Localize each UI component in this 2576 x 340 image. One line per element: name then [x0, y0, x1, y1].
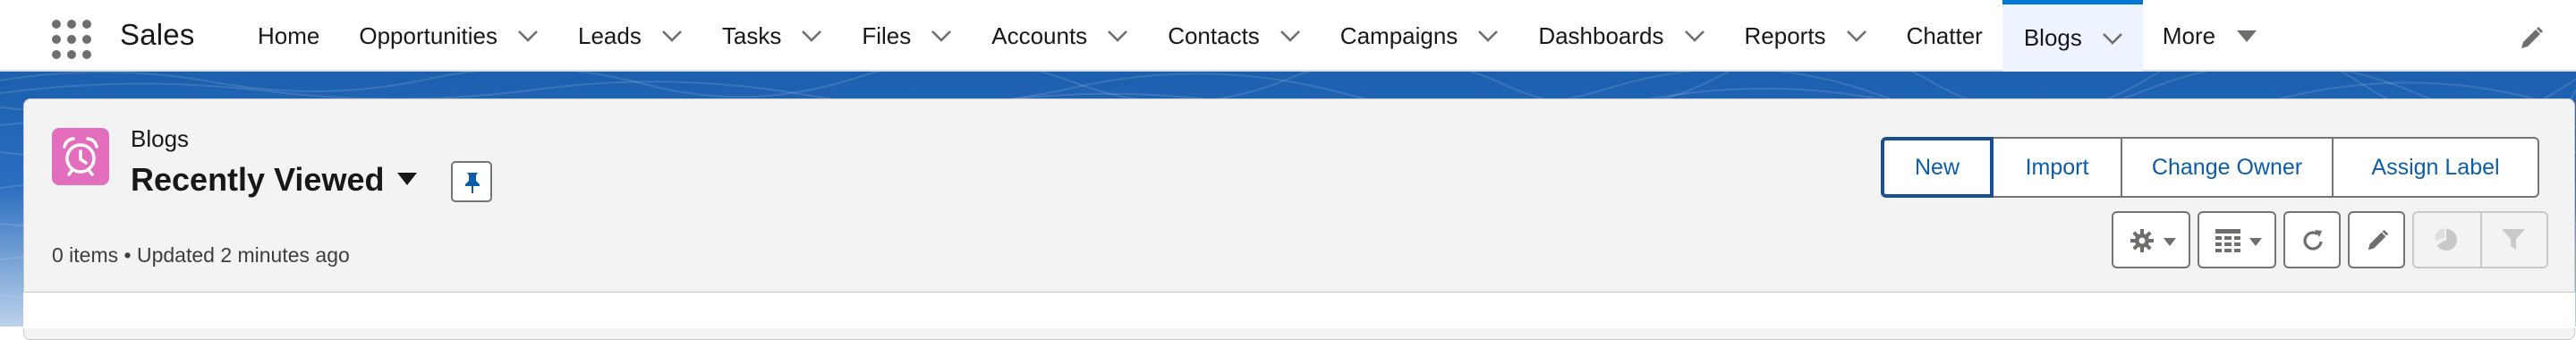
list-view-title[interactable]: Recently Viewed: [131, 161, 384, 199]
nav-tab-label: Blogs: [2023, 24, 2082, 51]
nav-tab-label: Contacts: [1168, 21, 1260, 49]
chevron-down-icon[interactable]: [1684, 30, 1705, 42]
chevron-down-icon[interactable]: [1846, 30, 1867, 42]
chevron-down-icon[interactable]: [661, 30, 683, 42]
chevron-down-icon[interactable]: [1477, 30, 1499, 42]
nav-tab-chatter[interactable]: Chatter: [1887, 0, 2002, 72]
nav-tab-tasks[interactable]: Tasks: [702, 0, 842, 72]
nav-tab-label: Campaigns: [1339, 21, 1458, 49]
list-view-selector-caret-icon[interactable]: [397, 173, 417, 185]
nav-tab-files[interactable]: Files: [842, 0, 972, 72]
nav-tab-contacts[interactable]: Contacts: [1148, 0, 1321, 72]
refresh-icon: [2303, 230, 2323, 251]
nav-tab-label: Files: [862, 21, 912, 49]
caret-down-icon: [2164, 238, 2176, 246]
nav-tab-label: Accounts: [991, 21, 1088, 49]
list-view-settings-button[interactable]: [2112, 211, 2190, 268]
edit-nav-pencil-icon[interactable]: [2518, 25, 2545, 52]
global-nav-bar: Sales Home Opportunities Leads Tasks Fil…: [0, 0, 2576, 72]
nav-tab-label: Chatter: [1906, 21, 1983, 49]
nav-tab-label: Reports: [1744, 21, 1826, 49]
pin-list-view-button[interactable]: [451, 161, 492, 202]
show-charts-button[interactable]: [2414, 213, 2480, 267]
chevron-down-icon[interactable]: [1279, 30, 1301, 42]
app-launcher-waffle-icon[interactable]: [52, 20, 91, 59]
pie-chart-icon: [2435, 228, 2457, 251]
nav-tabs: Home Opportunities Leads Tasks Files Acc…: [236, 0, 2276, 72]
nav-tab-label: Leads: [578, 21, 642, 49]
chevron-down-icon[interactable]: [931, 30, 952, 42]
nav-tab-opportunities[interactable]: Opportunities: [339, 0, 558, 72]
list-view-body: [23, 292, 2575, 328]
nav-tab-label: Dashboards: [1538, 21, 1664, 49]
nav-tab-label: Opportunities: [359, 21, 498, 49]
nav-tab-blogs[interactable]: Blogs: [2002, 0, 2143, 72]
inline-edit-button[interactable]: [2348, 211, 2405, 268]
chevron-down-icon[interactable]: [2102, 32, 2123, 45]
assign-label-button[interactable]: Assign Label: [2334, 137, 2539, 198]
nav-tab-leads[interactable]: Leads: [558, 0, 702, 72]
gear-icon: [2130, 229, 2154, 252]
nav-tab-label: Tasks: [721, 21, 782, 49]
nav-tab-dashboards[interactable]: Dashboards: [1518, 0, 1724, 72]
chevron-down-icon[interactable]: [1107, 30, 1128, 42]
caret-down-icon: [2237, 30, 2257, 42]
nav-tab-more[interactable]: More: [2143, 0, 2276, 72]
nav-tab-home[interactable]: Home: [236, 0, 339, 72]
filter-icon: [2502, 229, 2525, 250]
alarm-clock-icon: [52, 128, 109, 185]
app-name: Sales: [120, 18, 195, 51]
pin-icon: [465, 173, 480, 193]
filter-button[interactable]: [2482, 213, 2546, 267]
chart-filter-button-group: [2412, 211, 2548, 268]
import-button[interactable]: Import: [1994, 137, 2122, 198]
nav-tab-campaigns[interactable]: Campaigns: [1321, 0, 1519, 72]
list-view-actions: New Import Change Owner Assign Label: [1881, 137, 2539, 198]
chevron-down-icon[interactable]: [517, 30, 539, 42]
caret-down-icon: [2249, 238, 2262, 246]
nav-tab-label: Home: [258, 21, 320, 49]
object-label: Blogs: [131, 125, 190, 152]
new-button[interactable]: New: [1881, 137, 1994, 198]
nav-tab-accounts[interactable]: Accounts: [972, 0, 1148, 72]
nav-tab-reports[interactable]: Reports: [1725, 0, 1887, 72]
refresh-button[interactable]: [2283, 211, 2341, 268]
display-as-button[interactable]: [2198, 211, 2276, 268]
nav-tab-label: More: [2162, 21, 2216, 49]
pencil-icon: [2368, 229, 2389, 251]
chevron-down-icon[interactable]: [801, 30, 822, 42]
table-icon: [2215, 229, 2240, 252]
list-view-meta: 0 items • Updated 2 minutes ago: [52, 243, 350, 267]
change-owner-button[interactable]: Change Owner: [2122, 137, 2334, 198]
